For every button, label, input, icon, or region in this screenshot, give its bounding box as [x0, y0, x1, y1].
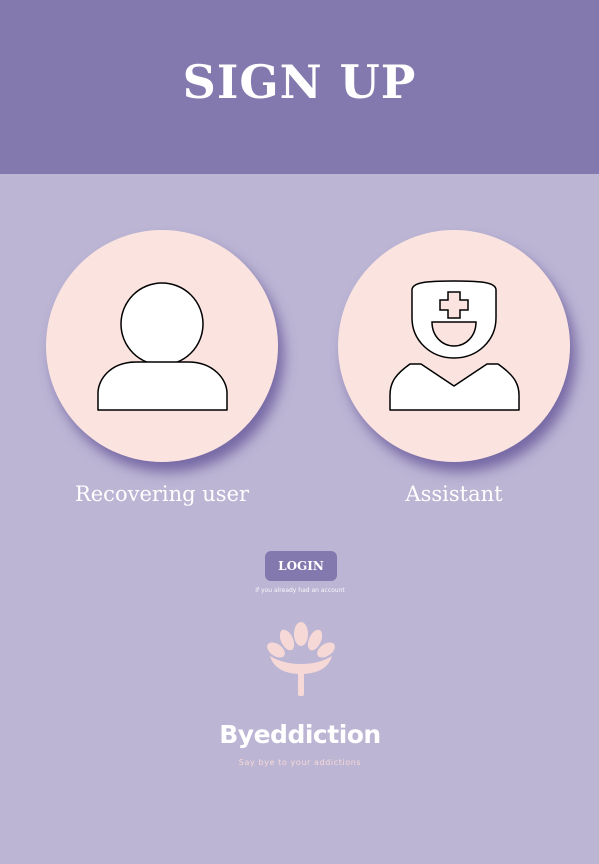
page-title: SIGN UP — [182, 55, 417, 109]
brand-name: Byeddiction — [219, 720, 381, 749]
brand-tagline: Say bye to your addictions — [238, 758, 362, 767]
login-button[interactable]: LOGIN — [265, 551, 337, 581]
assistant-option[interactable] — [338, 230, 570, 462]
assistant-label: Assistant — [405, 482, 503, 506]
nurse-icon — [389, 280, 520, 411]
lotus-icon — [267, 622, 335, 696]
recovering-user-option[interactable] — [46, 230, 278, 462]
user-icon — [97, 282, 228, 411]
login-hint-text: If you already had an account — [255, 587, 345, 594]
header-bar: SIGN UP — [0, 0, 599, 174]
recovering-user-label: Recovering user — [74, 482, 250, 506]
